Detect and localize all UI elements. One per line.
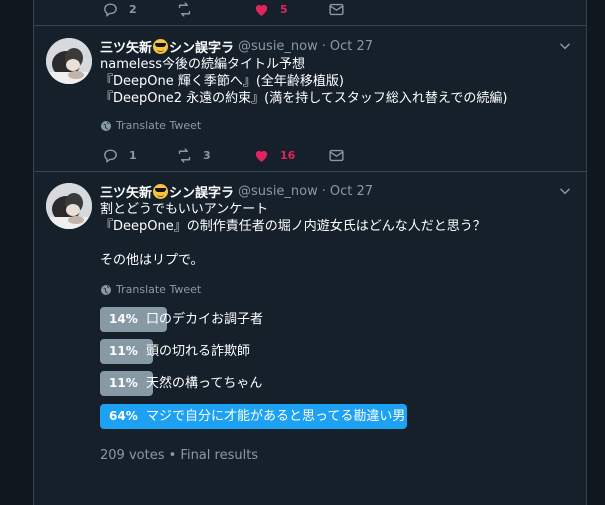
reply-icon xyxy=(104,3,117,17)
globe-icon xyxy=(101,120,111,131)
tweet-header: 三ツ矢新 シン誤字ラ @susie_now · Oct 27 xyxy=(100,182,373,201)
tweet-text: 割とどうでもいいアンケート 『DeepOne』の制作責任者の堀ノ内遊女氏はどんな… xyxy=(100,201,486,269)
handle[interactable]: @susie_now xyxy=(238,39,318,54)
retweet-button[interactable]: 3 xyxy=(176,147,211,164)
translate-tweet-link[interactable]: Translate Tweet xyxy=(100,283,201,296)
poll-label: 口のデカイお調子者 xyxy=(146,312,264,327)
display-name[interactable]: 三ツ矢新 シン誤字ラ xyxy=(100,182,234,201)
poll-label: 頭の切れる詐欺師 xyxy=(146,344,251,359)
poll-option: 11% 天然の構ってちゃん xyxy=(100,371,540,396)
chevron-down-icon[interactable] xyxy=(558,39,572,53)
retweet-icon xyxy=(178,2,191,17)
poll-option: 64% マジで自分に才能があると思ってる勘違い男 xyxy=(100,404,540,429)
tweet-2[interactable]: 三ツ矢新 シン誤字ラ @susie_now · Oct 27 割とどうでもいいアン… xyxy=(34,172,586,505)
poll-label: 天然の構ってちゃん xyxy=(146,376,263,391)
reply-count: 2 xyxy=(129,3,137,16)
timeline-column: 2 5 三ツ矢新 シン誤字ラ @susie_now · Oct 27 namel… xyxy=(33,0,587,505)
display-name[interactable]: 三ツ矢新 シン誤字ラ xyxy=(100,37,234,56)
heart-icon xyxy=(255,150,268,162)
tweet-text: nameless今後の続編タイトル予想 『DeepOne 輝く季節へ』(全年齢移… xyxy=(100,56,508,107)
poll-percent: 11% xyxy=(109,376,138,390)
poll-separator: • xyxy=(168,448,177,463)
reply-button[interactable]: 1 xyxy=(102,147,137,164)
heart-icon xyxy=(255,4,268,16)
sunglasses-emoji-icon xyxy=(153,39,169,54)
chevron-down-icon[interactable] xyxy=(558,184,572,198)
poll-status: Final results xyxy=(180,448,259,463)
poll-percent: 11% xyxy=(109,344,138,358)
reply-button[interactable]: 2 xyxy=(102,1,137,18)
tweet-date[interactable]: Oct 27 xyxy=(330,39,373,54)
retweet-icon xyxy=(178,148,191,163)
sunglasses-emoji-icon xyxy=(153,184,169,199)
dm-button[interactable] xyxy=(328,1,345,18)
tweet-1[interactable]: 三ツ矢新 シン誤字ラ @susie_now · Oct 27 nameless今後… xyxy=(34,26,586,171)
avatar-image xyxy=(46,38,92,84)
reply-icon xyxy=(104,149,117,163)
display-name-text: 三ツ矢新 xyxy=(100,41,153,56)
dm-icon xyxy=(329,149,344,162)
tweet-line xyxy=(100,235,486,252)
dot-separator: · xyxy=(321,39,326,54)
translate-label: Translate Tweet xyxy=(116,283,202,296)
poll-label: マジで自分に才能があると思ってる勘違い男 xyxy=(146,409,406,424)
retweet-button[interactable] xyxy=(176,1,193,18)
poll-percent: 14% xyxy=(109,312,138,326)
dm-icon xyxy=(329,3,344,16)
tweet-line: その他はリプで。 xyxy=(100,253,204,268)
poll-percent: 64% xyxy=(109,409,138,423)
reply-count: 1 xyxy=(129,149,137,162)
avatar-image xyxy=(46,183,92,229)
tweet-date[interactable]: Oct 27 xyxy=(330,184,373,199)
tweet-line: 『DeepOne2 永遠の約束』(満を持してスタッフ総入れ替えでの続編) xyxy=(100,91,508,106)
tweet-line: nameless今後の続編タイトル予想 xyxy=(100,57,306,72)
poll-footer: 209 votes • Final results xyxy=(100,448,258,463)
dm-button[interactable] xyxy=(328,147,345,164)
avatar[interactable] xyxy=(46,183,92,229)
like-count: 16 xyxy=(280,149,296,162)
like-count: 5 xyxy=(280,3,288,16)
tweet-line: 『DeepOne』の制作責任者の堀ノ内遊女氏はどんな人だと思う？ xyxy=(100,219,486,234)
display-name-text: 三ツ矢新 xyxy=(100,186,153,201)
tweet-header: 三ツ矢新 シン誤字ラ @susie_now · Oct 27 xyxy=(100,37,373,56)
translate-tweet-link[interactable]: Translate Tweet xyxy=(100,119,201,132)
poll-option: 11% 頭の切れる詐欺師 xyxy=(100,339,540,364)
like-button[interactable]: 16 xyxy=(253,147,295,164)
display-name-suffix: シン誤字ラ xyxy=(169,186,235,201)
tweet-line: 『DeepOne 輝く季節へ』(全年齢移植版) xyxy=(100,74,345,89)
tweet-line: 割とどうでもいいアンケート xyxy=(100,202,269,217)
retweet-count: 3 xyxy=(203,149,211,162)
poll-votes: 209 votes xyxy=(100,448,165,463)
handle[interactable]: @susie_now xyxy=(238,184,318,199)
translate-label: Translate Tweet xyxy=(116,119,202,132)
avatar[interactable] xyxy=(46,38,92,84)
globe-icon xyxy=(101,284,111,295)
poll-option: 14% 口のデカイお調子者 xyxy=(100,307,540,332)
dot-separator: · xyxy=(321,184,326,199)
like-button[interactable]: 5 xyxy=(253,1,288,18)
display-name-suffix: シン誤字ラ xyxy=(169,41,235,56)
